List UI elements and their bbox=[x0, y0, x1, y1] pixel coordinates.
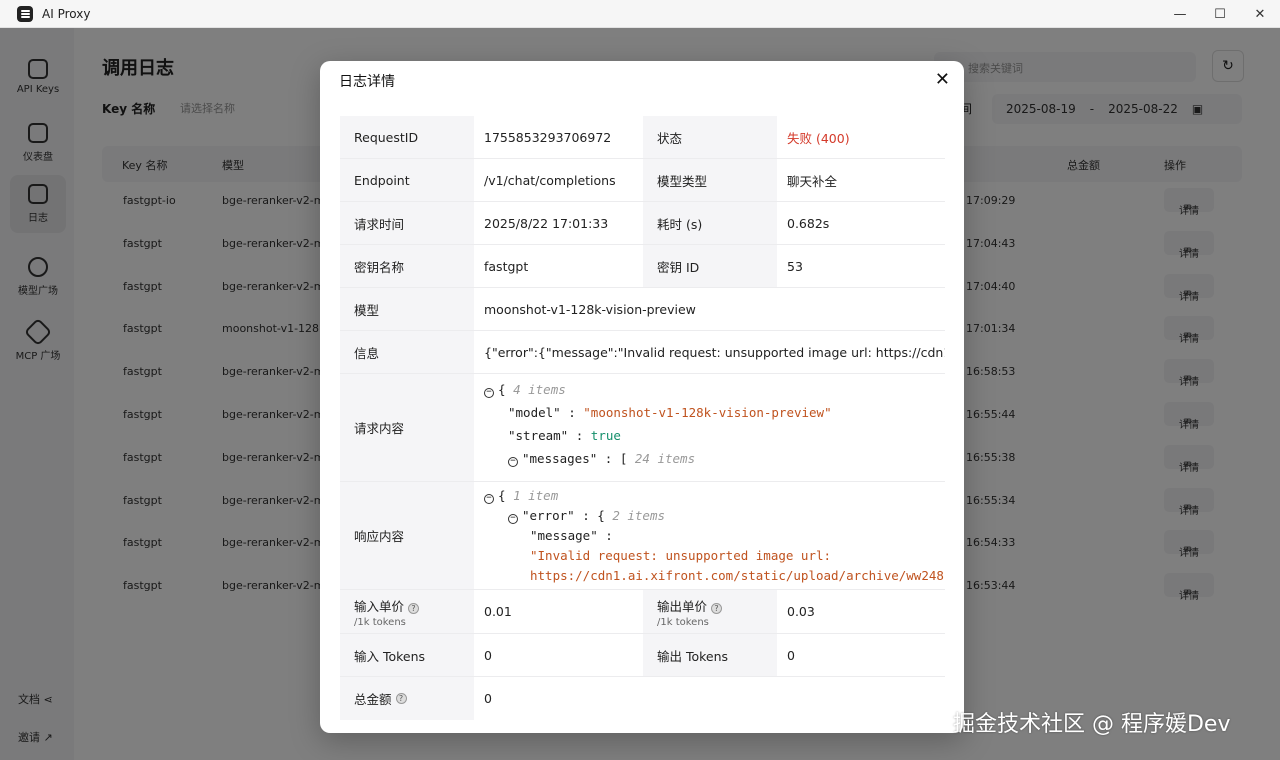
json-string: "moonshot-v1-128k-vision-preview" bbox=[583, 405, 832, 420]
key-name-value: fastgpt bbox=[484, 258, 529, 274]
detail-grid: RequestID 1755853293706972 状态 失败 (400) E… bbox=[340, 116, 945, 720]
total-label-cell: 总金额? bbox=[340, 677, 474, 720]
duration-value: 0.682s bbox=[787, 215, 830, 231]
title-bar: AI Proxy — ☐ ✕ bbox=[0, 0, 1280, 28]
close-icon[interactable]: ✕ bbox=[935, 69, 950, 90]
json-key: "message" bbox=[530, 528, 598, 543]
endpoint-label: Endpoint bbox=[340, 159, 474, 201]
request-time-value: 2025/8/22 17:01:33 bbox=[484, 215, 609, 231]
detail-row: 响应内容 −{ 1 item − "error" : { 2 items "mes… bbox=[340, 482, 945, 590]
status-value: 失败 (400) bbox=[787, 130, 850, 146]
help-icon[interactable]: ? bbox=[408, 602, 420, 614]
json-string: https://cdn1.ai.xifront.com/static/uploa… bbox=[530, 568, 945, 583]
model-label: 模型 bbox=[340, 288, 474, 330]
output-price-label-cell: 输出单价? /1k tokens bbox=[643, 590, 777, 633]
detail-row: 信息 {"error":{"message":"Invalid request:… bbox=[340, 331, 945, 374]
request-time-label: 请求时间 bbox=[340, 202, 474, 244]
collapse-icon[interactable]: − bbox=[484, 494, 494, 504]
response-json-viewer[interactable]: −{ 1 item − "error" : { 2 items "message"… bbox=[474, 482, 945, 589]
key-id-label: 密钥 ID bbox=[643, 245, 777, 287]
output-price-label: 输出单价 bbox=[657, 598, 708, 614]
request-json-viewer[interactable]: −{ 4 items "model" : "moonshot-v1-128k-v… bbox=[474, 374, 945, 481]
total-value: 0 bbox=[484, 691, 492, 706]
detail-row: 输入单价? /1k tokens 0.01 输出单价? /1k tokens 0… bbox=[340, 590, 945, 634]
input-price-label-cell: 输入单价? /1k tokens bbox=[340, 590, 474, 633]
detail-row: 输入 Tokens 0 输出 Tokens 0 bbox=[340, 634, 945, 677]
detail-row: Endpoint /v1/chat/completions 模型类型 聊天补全 bbox=[340, 159, 945, 202]
input-tokens-label: 输入 Tokens bbox=[340, 634, 474, 676]
model-value: moonshot-v1-128k-vision-preview bbox=[484, 301, 696, 317]
json-count: 4 items bbox=[513, 382, 566, 397]
output-price-unit: /1k tokens bbox=[657, 616, 709, 628]
message-label: 信息 bbox=[340, 331, 474, 373]
input-price-value: 0.01 bbox=[484, 604, 512, 619]
json-key: "error" bbox=[522, 508, 575, 523]
collapse-icon[interactable]: − bbox=[508, 457, 518, 467]
log-detail-dialog: 日志详情 ✕ RequestID 1755853293706972 状态 失败 … bbox=[320, 61, 964, 733]
window-title: AI Proxy bbox=[42, 6, 91, 21]
output-tokens-value: 0 bbox=[787, 647, 795, 663]
message-value: {"error":{"message":"Invalid request: un… bbox=[484, 344, 945, 360]
detail-row: RequestID 1755853293706972 状态 失败 (400) bbox=[340, 116, 945, 159]
request-id-value: 1755853293706972 bbox=[484, 129, 612, 145]
output-price-value: 0.03 bbox=[787, 604, 815, 619]
request-body-label: 请求内容 bbox=[340, 374, 474, 481]
json-count: 24 items bbox=[634, 451, 696, 466]
input-tokens-value: 0 bbox=[484, 647, 492, 663]
maximize-button[interactable]: ☐ bbox=[1200, 0, 1240, 28]
json-key: "model" bbox=[508, 405, 561, 420]
status-label: 状态 bbox=[643, 116, 777, 158]
window-controls: — ☐ ✕ bbox=[1160, 0, 1280, 28]
output-tokens-label: 输出 Tokens bbox=[643, 634, 777, 676]
close-window-button[interactable]: ✕ bbox=[1240, 0, 1280, 28]
collapse-icon[interactable]: − bbox=[484, 388, 494, 398]
duration-label: 耗时 (s) bbox=[643, 202, 777, 244]
endpoint-value: /v1/chat/completions bbox=[484, 172, 616, 188]
key-id-value: 53 bbox=[787, 258, 803, 274]
detail-row: 请求时间 2025/8/22 17:01:33 耗时 (s) 0.682s bbox=[340, 202, 945, 245]
json-key: "stream" bbox=[508, 428, 569, 443]
model-type-label: 模型类型 bbox=[643, 159, 777, 201]
watermark: 掘金技术社区 @ 程序媛Dev bbox=[953, 712, 1231, 737]
help-icon[interactable]: ? bbox=[395, 693, 407, 704]
detail-row: 密钥名称 fastgpt 密钥 ID 53 bbox=[340, 245, 945, 288]
collapse-icon[interactable]: − bbox=[508, 514, 518, 524]
minimize-button[interactable]: — bbox=[1160, 0, 1200, 28]
detail-row: 总金额? 0 bbox=[340, 677, 945, 720]
json-count: 2 items bbox=[612, 508, 666, 523]
help-icon[interactable]: ? bbox=[711, 602, 723, 614]
json-string: "Invalid request: unsupported image url: bbox=[530, 548, 832, 563]
model-type-value: 聊天补全 bbox=[787, 173, 838, 189]
json-count: 1 item bbox=[513, 488, 559, 503]
json-key: "messages" bbox=[522, 451, 598, 466]
app-logo-icon bbox=[17, 5, 33, 22]
dialog-title: 日志详情 bbox=[339, 74, 395, 90]
json-bool: true bbox=[590, 428, 621, 443]
input-price-label: 输入单价 bbox=[354, 598, 405, 614]
total-label: 总金额 bbox=[354, 692, 392, 707]
input-price-unit: /1k tokens bbox=[354, 616, 406, 628]
request-id-label: RequestID bbox=[340, 116, 474, 158]
detail-row: 模型 moonshot-v1-128k-vision-preview bbox=[340, 288, 945, 331]
detail-row: 请求内容 −{ 4 items "model" : "moonshot-v1-1… bbox=[340, 374, 945, 482]
response-body-label: 响应内容 bbox=[340, 482, 474, 589]
key-name-label: 密钥名称 bbox=[340, 245, 474, 287]
